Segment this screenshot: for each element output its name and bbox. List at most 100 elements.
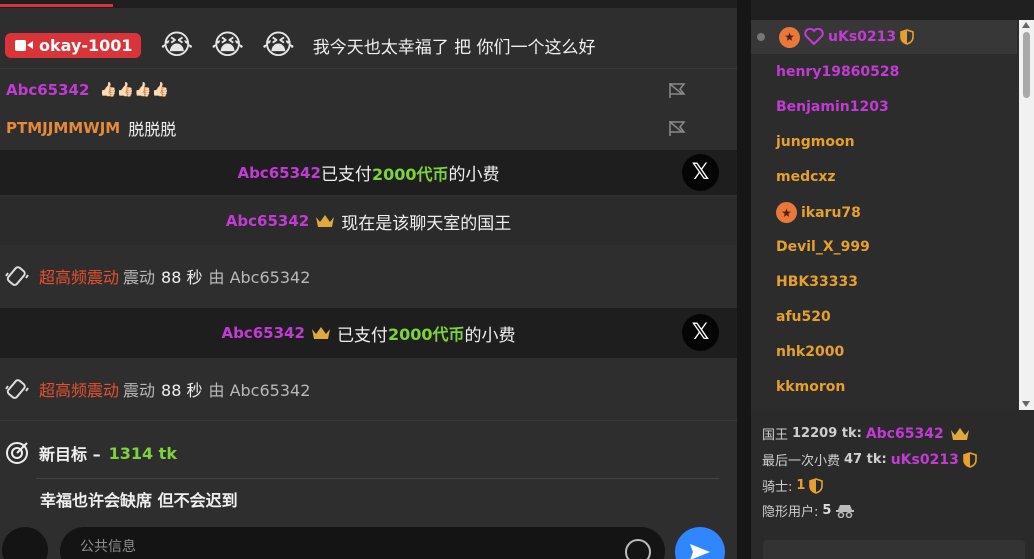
knights-stat: 骑士: 1 [762,476,824,495]
vibration-icon [5,266,29,286]
user-list-item[interactable]: Devil_X_999 [776,239,870,255]
user-list-item[interactable]: medcxz [776,169,836,185]
user-list-item[interactable]: ★ uKs0213 [751,20,1017,54]
x-share-button[interactable]: 𝕏 [682,314,719,351]
host-pill[interactable]: okay-1001 [5,32,141,58]
shield-icon [900,29,914,45]
vibration-label: 震动 [123,268,156,287]
user-name: jungmoon [776,134,855,150]
user-name: ikaru78 [801,204,861,221]
vibration-level: 超高频震动 [39,381,120,400]
message-username[interactable]: Abc65342 [6,81,89,99]
vibration-notice-2: 超高频震动 震动 88 秒 由 Abc65342 [0,360,737,418]
separator [0,420,737,421]
report-flag-icon[interactable] [667,119,687,137]
incognito-icon [836,504,855,518]
user-list-item[interactable]: nhk2000 [776,344,844,360]
user-list-item[interactable]: afu520 [776,309,831,325]
tip-amount: 2000代币 [387,325,465,344]
tip-username[interactable]: Abc65342 [238,164,321,182]
crown-icon [311,327,330,339]
room-stats: 国王 12209 tk: Abc65342 最后一次小费 47 tk: uKs0… [751,410,1034,559]
crown-icon [316,215,335,227]
user-list-item[interactable]: kkmoron [776,379,845,395]
chat-message-1: Abc65342 👍🏻👍🏻👍🏻👍🏻 [0,73,737,107]
vibration-label: 震动 [123,381,156,400]
user-list-item[interactable]: jungmoon [776,134,855,150]
message-input[interactable] [80,539,600,555]
x-share-button[interactable]: 𝕏 [682,154,719,191]
user-list-header [751,0,1034,20]
stat-user[interactable]: Abc65342 [866,426,944,442]
tip-notice-1: Abc65342 已支付 2000代币 的小费 𝕏 [0,150,737,195]
user-list-item[interactable]: Benjamin1203 [776,99,889,115]
user-name: Benjamin1203 [776,99,889,115]
vibration-duration: 88 秒 [161,268,203,287]
active-tab-indicator [0,4,113,7]
crying-emoji-1: 😭 [160,28,194,61]
send-button[interactable] [675,527,725,559]
send-icon [690,544,710,559]
message-text: 脱脱脱 [128,120,177,139]
goal-subtitle-row: 幸福也许会缺席 但不会迟到 [0,484,737,514]
vibration-level: 超高频震动 [39,268,120,287]
tip-notice-2: Abc65342 已支付 2000代币 的小费 𝕏 [0,308,737,358]
star-badge-icon: ★ [776,202,797,223]
chat-message-2: PTMJJMMWJM 脱脱脱 [0,111,737,145]
tip-suffix: 的小费 [448,165,500,185]
heart-icon [804,28,824,46]
crying-emoji-3: 😭 [261,28,295,61]
tip-text: 已支付 [336,325,388,346]
user-list-panel: ★ uKs0213 henry19860528 Benjamin1203 jun… [751,0,1034,410]
target-icon [6,442,28,464]
king-username[interactable]: Abc65342 [226,212,309,230]
shield-icon [809,477,824,494]
star-badge-icon: ★ [779,26,800,48]
user-name: medcxz [776,169,836,185]
user-name: afu520 [776,309,831,325]
scroll-up-arrow[interactable] [1022,22,1030,28]
user-avatar[interactable] [2,527,48,559]
tip-username[interactable]: Abc65342 [222,324,305,342]
scroll-down-arrow[interactable] [1022,401,1030,407]
user-list-item[interactable]: henry19860528 [776,64,899,80]
last-tip-stat: 最后一次小费 47 tk: uKs0213 [762,450,977,469]
vibration-icon [5,379,29,399]
user-list-item[interactable]: HBK33333 [776,274,858,290]
scroll-thumb[interactable] [1023,32,1030,98]
stat-user[interactable]: uKs0213 [891,452,959,468]
host-name: okay-1001 [39,35,133,55]
message-username[interactable]: PTMJJMMWJM [6,119,120,137]
stat-value: 1 [796,478,806,493]
message-input-bar [60,527,665,559]
panel-divider [737,0,751,559]
user-name: HBK33333 [776,274,858,290]
vibration-by: 由 Abc65342 [208,381,311,400]
king-stat: 国王 12209 tk: Abc65342 [762,424,970,443]
hidden-users-stat: 隐形用户: 5 [762,501,855,520]
king-text: 现在是该聊天室的国王 [341,213,512,234]
user-list-scrollbar[interactable] [1019,20,1034,410]
user-name: uKs0213 [828,29,897,45]
vibration-duration: 88 秒 [161,381,203,400]
stat-label: 骑士: [762,480,793,495]
stat-label: 国王 [762,428,789,443]
stat-label: 最后一次小费 [762,454,841,469]
user-name: nhk2000 [776,344,845,360]
crown-icon [950,427,969,440]
status-dot [757,33,765,41]
tip-suffix: 的小费 [464,325,516,346]
goal-subtitle: 幸福也许会缺席 但不会迟到 [40,491,238,510]
king-notice: Abc65342 现在是该聊天室的国王 [0,197,737,245]
report-flag-icon[interactable] [667,81,687,99]
emoji-picker-icon[interactable] [625,539,651,559]
separator [0,68,737,69]
goal-divider [36,478,719,479]
user-list-item[interactable]: ★ ikaru78 [776,202,861,223]
tip-amount: 2000代币 [371,164,449,184]
goal-notice: 新目标 – 1314 tk [0,436,737,470]
user-name: kkmoron [776,379,846,395]
goal-label: 新目标 – [39,445,101,464]
chat-panel: okay-1001 😭 😭 😭 我今天也太幸福了 把 你们一个这么好 Abc65… [0,0,737,559]
stat-amount: 12209 tk: [792,426,862,441]
